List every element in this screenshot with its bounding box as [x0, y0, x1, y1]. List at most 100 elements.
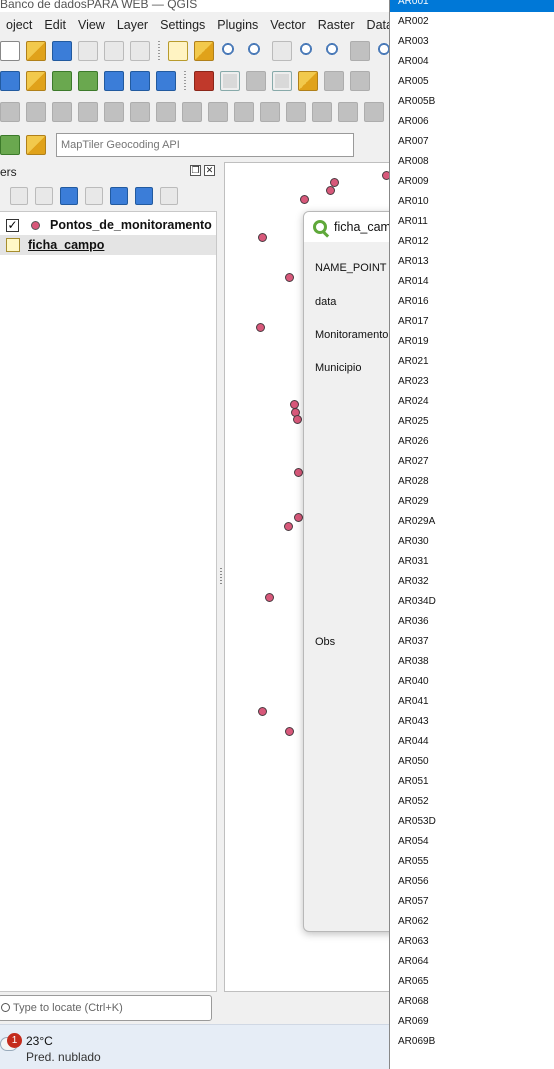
style-manager-icon[interactable]	[130, 41, 150, 61]
dropdown-option[interactable]: AR007	[390, 132, 554, 152]
dropdown-option[interactable]: AR019	[390, 332, 554, 352]
digitize-tool-icon[interactable]	[272, 71, 292, 91]
close-panel-icon[interactable]: ✕	[204, 165, 215, 176]
map-point[interactable]	[293, 415, 302, 424]
menu-view[interactable]: View	[72, 18, 111, 32]
dropdown-option[interactable]: AR023	[390, 372, 554, 392]
dropdown-option[interactable]: AR054	[390, 832, 554, 852]
add-vector-layer-icon[interactable]	[0, 71, 20, 91]
menu-plugins[interactable]: Plugins	[211, 18, 264, 32]
zoom-full-icon[interactable]	[272, 41, 292, 61]
dropdown-option[interactable]: AR025	[390, 412, 554, 432]
dropdown-option[interactable]: AR055	[390, 852, 554, 872]
dropdown-option[interactable]: AR068	[390, 992, 554, 1012]
menu-layer[interactable]: Layer	[111, 18, 154, 32]
dropdown-option[interactable]: AR069B	[390, 1032, 554, 1052]
toggle-editing-icon[interactable]	[220, 71, 240, 91]
dropdown-option[interactable]: AR031	[390, 552, 554, 572]
locator-search-input[interactable]: Type to locate (Ctrl+K)	[0, 995, 212, 1021]
menu-raster[interactable]: Raster	[312, 18, 361, 32]
map-point[interactable]	[294, 468, 303, 477]
dropdown-option[interactable]: AR014	[390, 272, 554, 292]
panel-splitter[interactable]	[220, 568, 222, 584]
dropdown-option[interactable]: AR021	[390, 352, 554, 372]
pan-to-selection-icon[interactable]	[194, 41, 214, 61]
map-point[interactable]	[265, 593, 274, 602]
dropdown-option[interactable]: AR024	[390, 392, 554, 412]
layer-visibility-checkbox[interactable]: ✓	[6, 218, 19, 232]
modify-attributes-icon[interactable]	[350, 71, 370, 91]
dropdown-option[interactable]: AR013	[390, 252, 554, 272]
simplify-feature-icon[interactable]	[78, 102, 98, 122]
menu-settings[interactable]: Settings	[154, 18, 211, 32]
edit-layer-icon[interactable]	[26, 135, 46, 155]
new-project-icon[interactable]	[0, 41, 20, 61]
add-csv-layer-icon[interactable]	[52, 71, 72, 91]
manage-map-themes-icon[interactable]	[35, 187, 53, 205]
vertex-tool-icon[interactable]	[324, 71, 344, 91]
filter-legend-icon[interactable]	[60, 187, 78, 205]
current-edits-icon[interactable]	[194, 71, 214, 91]
float-panel-icon[interactable]: ❐	[190, 165, 201, 176]
dropdown-option[interactable]: AR044	[390, 732, 554, 752]
dropdown-option[interactable]: AR034D	[390, 592, 554, 612]
dropdown-option[interactable]: AR030	[390, 532, 554, 552]
dropdown-option[interactable]: AR004	[390, 52, 554, 72]
save-edits-icon[interactable]	[246, 71, 266, 91]
dropdown-option[interactable]: AR012	[390, 232, 554, 252]
dropdown-option[interactable]: AR001	[390, 0, 554, 12]
dropdown-option[interactable]: AR011	[390, 212, 554, 232]
dropdown-option[interactable]: AR005	[390, 72, 554, 92]
dropdown-option[interactable]: AR062	[390, 912, 554, 932]
save-project-icon[interactable]	[52, 41, 72, 61]
map-point[interactable]	[284, 522, 293, 531]
zoom-out-icon[interactable]	[246, 41, 266, 61]
new-shapefile-icon[interactable]	[156, 71, 176, 91]
dropdown-option[interactable]: AR027	[390, 452, 554, 472]
dropdown-option[interactable]: AR050	[390, 752, 554, 772]
redo-icon[interactable]	[26, 102, 46, 122]
split-parts-icon[interactable]	[312, 102, 332, 122]
dropdown-option[interactable]: AR005B	[390, 92, 554, 112]
delete-part-icon[interactable]	[208, 102, 228, 122]
map-point[interactable]	[285, 727, 294, 736]
layer-row-pontos[interactable]: ✓ Pontos_de_monitoramento	[0, 215, 216, 235]
menu-vector[interactable]: Vector	[264, 18, 311, 32]
undo-icon[interactable]	[0, 102, 20, 122]
dropdown-option[interactable]: AR003	[390, 32, 554, 52]
new-print-layout-icon[interactable]	[78, 41, 98, 61]
add-ring-icon[interactable]	[104, 102, 124, 122]
map-point[interactable]	[258, 707, 267, 716]
dropdown-option[interactable]: AR029	[390, 492, 554, 512]
fill-ring-icon[interactable]	[156, 102, 176, 122]
dropdown-option[interactable]: AR056	[390, 872, 554, 892]
zoom-to-layer-icon[interactable]	[324, 41, 344, 61]
dropdown-option[interactable]: AR040	[390, 672, 554, 692]
dropdown-option[interactable]: AR037	[390, 632, 554, 652]
dropdown-option[interactable]: AR064	[390, 952, 554, 972]
map-point[interactable]	[300, 195, 309, 204]
reshape-features-icon[interactable]	[234, 102, 254, 122]
open-project-icon[interactable]	[26, 41, 46, 61]
collapse-all-icon[interactable]	[135, 187, 153, 205]
dropdown-option[interactable]: AR053D	[390, 812, 554, 832]
zoom-to-selection-icon[interactable]	[298, 41, 318, 61]
dropdown-option[interactable]: AR038	[390, 652, 554, 672]
expand-all-icon[interactable]	[110, 187, 128, 205]
dropdown-option[interactable]: AR016	[390, 292, 554, 312]
attribute-table-icon[interactable]	[298, 71, 318, 91]
remove-layer-icon[interactable]	[160, 187, 178, 205]
dropdown-option[interactable]: AR043	[390, 712, 554, 732]
delete-ring-icon[interactable]	[182, 102, 202, 122]
dropdown-option[interactable]: AR041	[390, 692, 554, 712]
split-features-icon[interactable]	[286, 102, 306, 122]
name-point-dropdown-list[interactable]: AR001 AR002 AR003 AR004 AR005 AR005B AR006 AR00…	[389, 0, 554, 1069]
map-point[interactable]	[326, 186, 335, 195]
dropdown-option[interactable]: AR051	[390, 772, 554, 792]
pan-map-icon[interactable]	[168, 41, 188, 61]
dropdown-option[interactable]: AR002	[390, 12, 554, 32]
add-part-icon[interactable]	[130, 102, 150, 122]
layout-manager-icon[interactable]	[104, 41, 124, 61]
dropdown-option[interactable]: AR008	[390, 152, 554, 172]
merge-features-icon[interactable]	[338, 102, 358, 122]
